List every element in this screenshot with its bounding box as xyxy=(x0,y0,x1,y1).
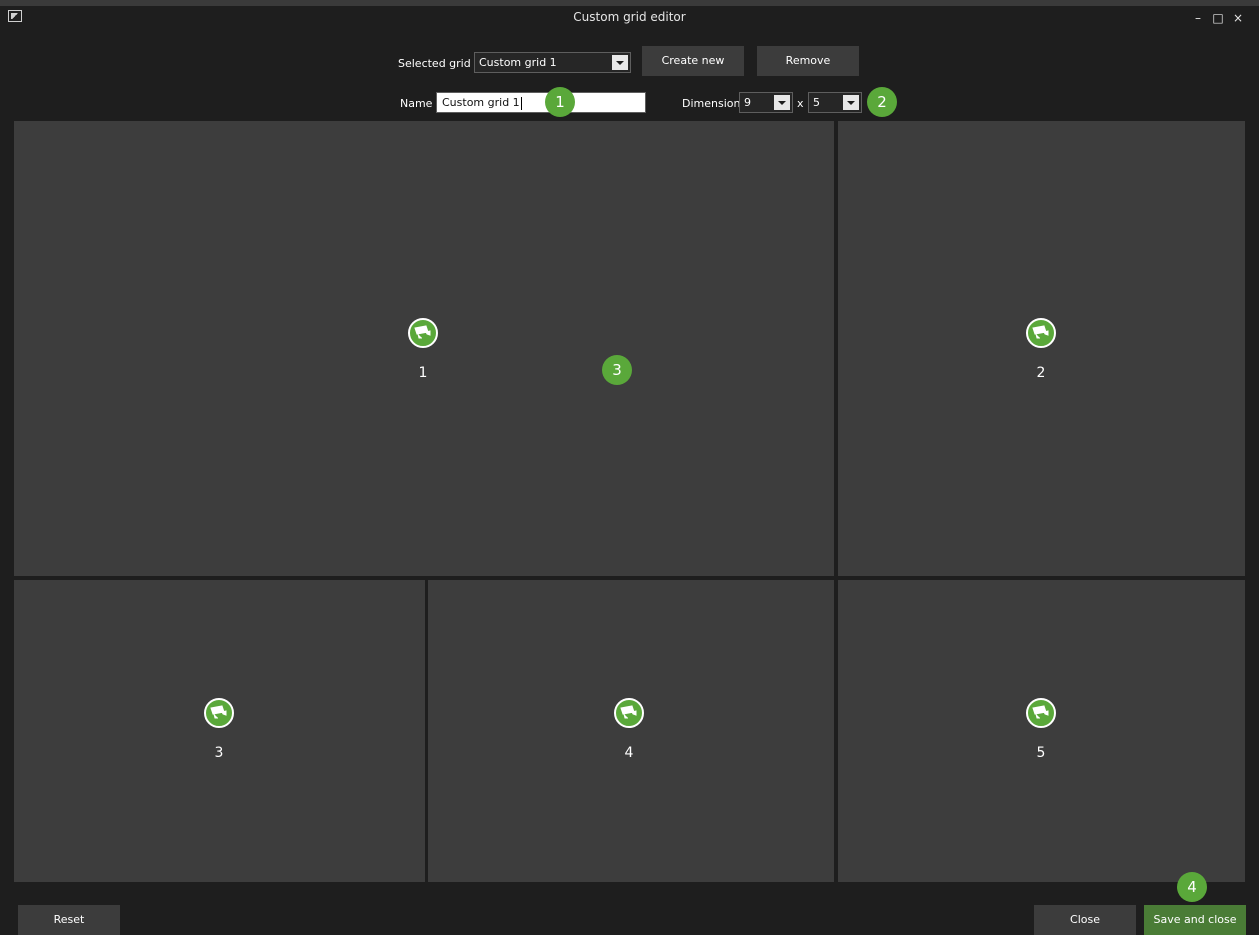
dimensions-label: Dimensions xyxy=(682,97,747,110)
camera-icon xyxy=(1026,318,1056,348)
callout-badge-2: 2 xyxy=(867,87,897,117)
cell-number: 2 xyxy=(1036,365,1046,381)
selected-grid-label: Selected grid xyxy=(398,57,471,70)
close-button[interactable]: Close xyxy=(1034,905,1136,935)
grid-cell-1[interactable]: 1 xyxy=(14,121,834,576)
name-input[interactable]: Custom grid 1 xyxy=(436,92,646,113)
camera-icon xyxy=(408,318,438,348)
cell-number: 5 xyxy=(1036,745,1046,761)
minimize-button[interactable]: – xyxy=(1190,11,1206,27)
name-label: Name xyxy=(400,97,433,110)
grid-cell-5[interactable]: 5 xyxy=(838,580,1245,882)
close-window-button[interactable]: × xyxy=(1230,11,1246,27)
callout-badge-4: 4 xyxy=(1177,872,1207,902)
window-title: Custom grid editor xyxy=(573,10,686,24)
camera-icon xyxy=(614,698,644,728)
save-and-close-button[interactable]: Save and close xyxy=(1144,905,1246,935)
chevron-down-icon xyxy=(774,95,790,110)
callout-badge-1: 1 xyxy=(545,87,575,117)
dimension-columns-value: 9 xyxy=(744,96,751,109)
custom-grid-editor-window: Custom grid editor – □ × Selected grid C… xyxy=(0,0,1259,935)
grid-cell-4[interactable]: 4 xyxy=(428,580,834,882)
maximize-button[interactable]: □ xyxy=(1210,11,1226,27)
dimension-rows-value: 5 xyxy=(813,96,820,109)
grid-cell-3[interactable]: 3 xyxy=(14,580,425,882)
grid-cell-2[interactable]: 2 xyxy=(838,121,1245,576)
callout-badge-3: 3 xyxy=(602,355,632,385)
cell-number: 4 xyxy=(624,745,634,761)
title-bar: Custom grid editor – □ × xyxy=(0,6,1259,34)
grid-canvas: 1 2 3 4 5 xyxy=(14,121,1245,882)
cell-number: 3 xyxy=(214,745,224,761)
dimension-separator: x xyxy=(797,97,804,110)
dimension-rows-dropdown[interactable]: 5 xyxy=(808,92,862,113)
chevron-down-icon xyxy=(843,95,859,110)
name-input-value: Custom grid 1 xyxy=(442,96,520,109)
create-new-button[interactable]: Create new xyxy=(642,46,744,76)
selected-grid-value: Custom grid 1 xyxy=(479,56,557,69)
remove-button[interactable]: Remove xyxy=(757,46,859,76)
text-caret xyxy=(520,96,522,110)
reset-button[interactable]: Reset xyxy=(18,905,120,935)
selected-grid-dropdown[interactable]: Custom grid 1 xyxy=(474,52,631,73)
camera-icon xyxy=(1026,698,1056,728)
camera-icon xyxy=(204,698,234,728)
cell-number: 1 xyxy=(418,365,428,381)
chevron-down-icon xyxy=(612,55,628,70)
dimension-columns-dropdown[interactable]: 9 xyxy=(739,92,793,113)
